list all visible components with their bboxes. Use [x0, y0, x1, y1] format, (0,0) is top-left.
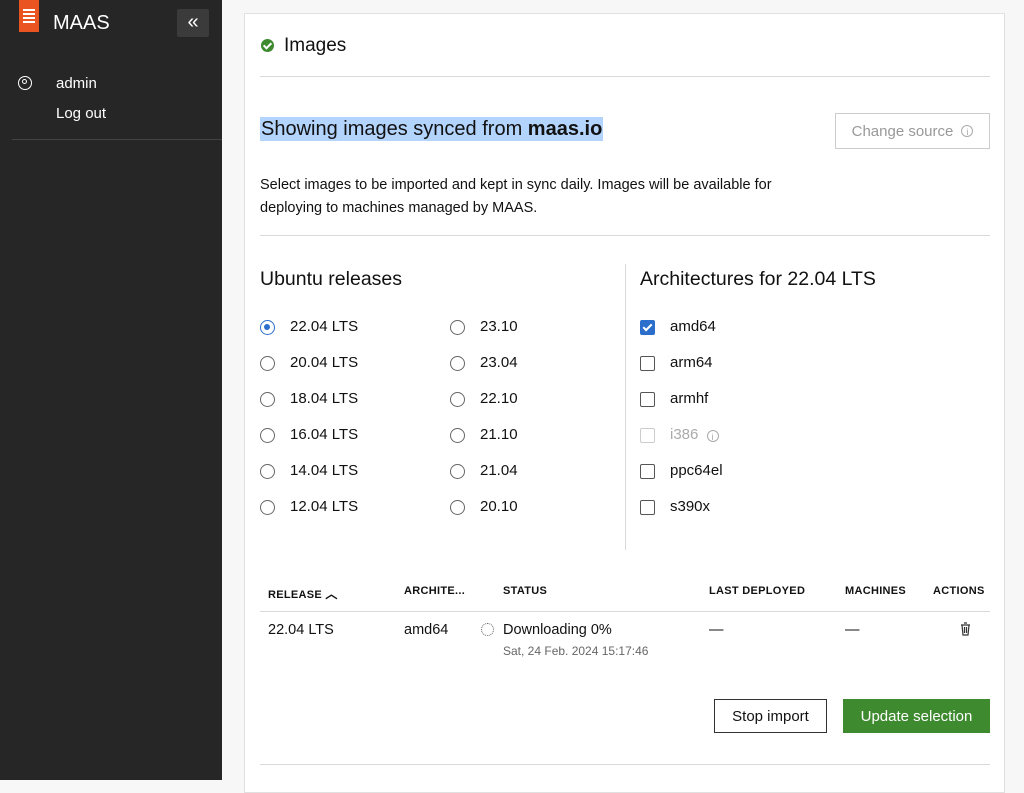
arch-label-ppc64el[interactable]: ppc64el [670, 462, 723, 479]
sidebar-divider [12, 139, 222, 140]
ubuntu-releases-title: Ubuntu releases [260, 268, 403, 290]
release-label-16-04[interactable]: 16.04 LTS [290, 426, 358, 443]
column-header-machines: MACHINES [845, 585, 907, 597]
synced-prefix: Showing images synced from [261, 118, 528, 140]
column-header-status: STATUS [503, 585, 548, 597]
release-radio-22-04[interactable] [260, 320, 275, 335]
release-label-23-10[interactable]: 23.10 [480, 318, 518, 335]
arch-label-i386: i386 i [670, 426, 719, 443]
success-check-icon [261, 39, 274, 52]
arch-checkbox-s390x[interactable] [640, 500, 655, 515]
sort-ascending-icon[interactable]: ︿ [325, 587, 337, 601]
row-status: Downloading 0% [503, 622, 612, 638]
column-header-release-label: RELEASE [268, 589, 323, 601]
release-label-12-04[interactable]: 12.04 LTS [290, 498, 358, 515]
column-header-actions: ACTIONS [933, 585, 985, 597]
loading-spinner-icon [481, 623, 494, 636]
release-label-21-04[interactable]: 21.04 [480, 462, 518, 479]
app-title[interactable]: MAAS [53, 12, 110, 35]
row-last-deployed: — [709, 622, 724, 638]
arch-checkbox-ppc64el[interactable] [640, 464, 655, 479]
release-label-20-10[interactable]: 20.10 [480, 498, 518, 515]
release-radio-18-04[interactable] [260, 392, 275, 407]
release-radio-20-10[interactable] [450, 500, 465, 515]
column-header-release[interactable]: RELEASE ︿ [268, 585, 338, 602]
stop-import-button[interactable]: Stop import [714, 699, 827, 733]
release-radio-23-04[interactable] [450, 356, 465, 371]
arch-label-s390x[interactable]: s390x [670, 498, 710, 515]
synced-source-text: Showing images synced from maas.io [260, 117, 604, 141]
arch-label-arm64[interactable]: arm64 [670, 354, 713, 371]
synced-source-name: maas.io [527, 118, 603, 140]
sidebar: MAAS « admin Log out [0, 0, 222, 780]
trash-icon[interactable] [960, 622, 971, 636]
update-selection-button[interactable]: Update selection [843, 699, 990, 733]
arch-checkbox-armhf[interactable] [640, 392, 655, 407]
arch-checkbox-arm64[interactable] [640, 356, 655, 371]
arch-checkbox-amd64[interactable] [640, 320, 655, 335]
arch-label-amd64[interactable]: amd64 [670, 318, 716, 335]
release-label-22-04[interactable]: 22.04 LTS [290, 318, 358, 335]
page-title: Images [284, 35, 347, 56]
release-label-18-04[interactable]: 18.04 LTS [290, 390, 358, 407]
architectures-title: Architectures for 22.04 LTS [640, 268, 876, 290]
row-status-time: Sat, 24 Feb. 2024 15:17:46 [503, 644, 649, 658]
row-machines: — [845, 622, 860, 638]
change-source-button[interactable]: Change source i [835, 113, 990, 149]
release-radio-21-04[interactable] [450, 464, 465, 479]
info-icon: i [961, 125, 974, 137]
nav-item-logout[interactable]: Log out [56, 105, 106, 122]
column-header-last-deployed: LAST DEPLOYED [709, 585, 806, 597]
column-header-architecture: ARCHITE... [404, 585, 466, 597]
release-label-21-10[interactable]: 21.10 [480, 426, 518, 443]
release-label-14-04[interactable]: 14.04 LTS [290, 462, 358, 479]
nav-item-admin[interactable]: admin [56, 75, 97, 92]
release-radio-21-10[interactable] [450, 428, 465, 443]
footer-divider [260, 764, 990, 765]
release-radio-14-04[interactable] [260, 464, 275, 479]
column-divider [625, 264, 626, 550]
i386-info-icon[interactable]: i [706, 430, 719, 442]
arch-checkbox-i386 [640, 428, 655, 443]
maas-logo-icon[interactable] [19, 0, 39, 32]
description-text: Select images to be imported and kept in… [260, 177, 772, 216]
arch-label-i386-text: i386 [670, 426, 699, 443]
release-radio-16-04[interactable] [260, 428, 275, 443]
row-release: 22.04 LTS [268, 622, 334, 638]
header-divider [260, 76, 990, 77]
collapse-sidebar-button[interactable]: « [177, 9, 209, 37]
release-radio-23-10[interactable] [450, 320, 465, 335]
arch-label-armhf[interactable]: armhf [670, 390, 708, 407]
section-divider [260, 235, 990, 236]
release-radio-20-04[interactable] [260, 356, 275, 371]
user-icon [18, 76, 32, 90]
release-label-23-04[interactable]: 23.04 [480, 354, 518, 371]
change-source-label: Change source [851, 122, 954, 140]
table-header-divider [260, 611, 990, 612]
row-arch: amd64 [404, 622, 449, 638]
release-radio-12-04[interactable] [260, 500, 275, 515]
release-radio-22-10[interactable] [450, 392, 465, 407]
release-label-22-10[interactable]: 22.10 [480, 390, 518, 407]
release-label-20-04[interactable]: 20.04 LTS [290, 354, 358, 371]
